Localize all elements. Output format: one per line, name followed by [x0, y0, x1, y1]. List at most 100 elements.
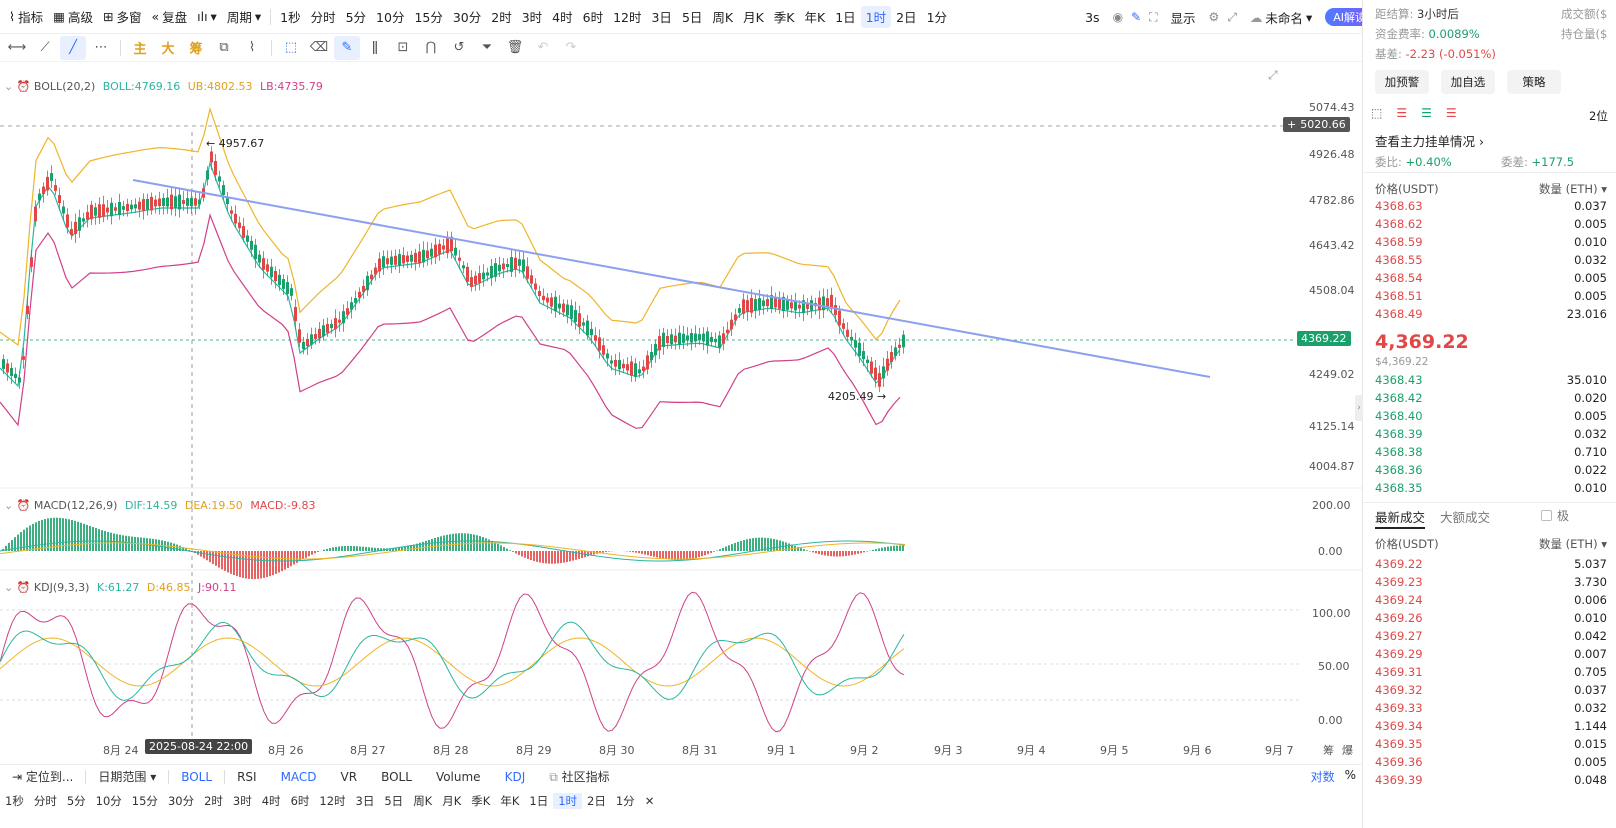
period-option[interactable]: 年K: [800, 6, 831, 28]
main-force-button[interactable]: 主: [127, 36, 153, 60]
log-scale-toggle[interactable]: 对数: [1311, 768, 1335, 785]
bid-row[interactable]: 4368.42 0.020: [1375, 391, 1607, 409]
undo-icon[interactable]: ↶: [530, 36, 556, 60]
select-icon[interactable]: ⬚: [278, 36, 304, 60]
replay-button[interactable]: «复盘: [146, 6, 192, 28]
layout-name[interactable]: ☁ 未命名 ▾: [1245, 6, 1317, 28]
gear-icon[interactable]: ⚙: [1209, 10, 1220, 24]
expand-icon[interactable]: ⤢: [1227, 10, 1237, 25]
expand-icon[interactable]: ⤢: [1268, 68, 1278, 83]
redo-icon[interactable]: ↷: [558, 36, 584, 60]
display-button[interactable]: 显示: [1166, 6, 1201, 28]
ask-row[interactable]: 4368.55 0.032: [1375, 253, 1607, 271]
collapse-icon[interactable]: ⌄: [4, 80, 13, 93]
close-icon[interactable]: ✕: [640, 794, 660, 808]
period-option[interactable]: 季K: [769, 6, 800, 28]
chart-area[interactable]: ⌄ ⏰ BOLL(20,2) BOLL:4769.16 UB:4802.53 L…: [0, 62, 1400, 762]
filter-icon[interactable]: ⏷: [474, 36, 500, 60]
extreme-checkbox[interactable]: 极: [1541, 507, 1569, 524]
panel-collapse-handle[interactable]: ›: [1355, 395, 1363, 421]
tab-latest-trades[interactable]: 最新成交: [1375, 507, 1425, 526]
multi-window-button[interactable]: ⊞ 多窗: [98, 6, 147, 28]
plus-icon[interactable]: +: [1287, 118, 1296, 131]
indicator-tab-kdj[interactable]: KDJ: [493, 770, 538, 784]
bid-row[interactable]: 4368.39 0.032: [1375, 427, 1607, 445]
chip-corner-label[interactable]: 筹: [1323, 742, 1334, 758]
liquidation-corner-label[interactable]: 爆: [1342, 742, 1353, 758]
fullscreen-icon[interactable]: ⛶: [1149, 10, 1157, 25]
chart-type-button[interactable]: ılı ▾: [192, 6, 222, 28]
percent-toggle[interactable]: %: [1345, 768, 1356, 785]
quick-period-option[interactable]: 2日: [582, 793, 611, 809]
more-icon[interactable]: ⋯: [88, 36, 114, 60]
trendline-icon[interactable]: ╱: [60, 35, 86, 60]
locate-button[interactable]: ⇥ 定位到...: [0, 768, 85, 785]
ask-row[interactable]: 4368.51 0.005: [1375, 289, 1607, 307]
trade-row[interactable]: 4369.23 3.730: [1375, 575, 1607, 593]
quick-period-option[interactable]: 分时: [29, 793, 62, 809]
trade-row[interactable]: 4369.27 0.042: [1375, 629, 1607, 647]
copy-icon[interactable]: ⧉: [211, 36, 237, 60]
camera-icon[interactable]: ◉: [1113, 10, 1123, 24]
indicator-tab-volume[interactable]: Volume: [424, 770, 493, 784]
ask-row[interactable]: 4368.59 0.010: [1375, 235, 1607, 253]
bids-only-icon[interactable]: ☰: [1421, 106, 1432, 120]
period-option[interactable]: 1秒: [275, 6, 305, 28]
period-option[interactable]: 分时: [306, 6, 341, 28]
advanced-button[interactable]: ▦ 高级: [48, 6, 98, 28]
date-range-button[interactable]: 日期范围 ▾: [86, 768, 168, 785]
bid-row[interactable]: 4368.35 0.010: [1375, 481, 1607, 499]
trade-row[interactable]: 4369.26 0.010: [1375, 611, 1607, 629]
strategy-button[interactable]: 策略: [1507, 70, 1561, 94]
indicator-button[interactable]: ⌇ 指标: [4, 6, 48, 28]
quick-period-option[interactable]: 2时: [199, 793, 228, 809]
lock-icon[interactable]: ⊡: [390, 36, 416, 60]
edit-icon[interactable]: ✎: [1131, 10, 1141, 24]
horizontal-line-icon[interactable]: ⟷: [4, 36, 30, 60]
ask-row[interactable]: 4368.49 23.016: [1375, 307, 1607, 325]
quick-period-option[interactable]: 1分: [611, 793, 640, 809]
bid-row[interactable]: 4368.40 0.005: [1375, 409, 1607, 427]
bars-icon[interactable]: ǁ: [362, 36, 388, 60]
collapse-icon[interactable]: ⌄: [4, 499, 13, 512]
trade-row[interactable]: 4369.32 0.037: [1375, 683, 1607, 701]
period-option[interactable]: 10分: [371, 6, 409, 28]
period-option[interactable]: 月K: [738, 6, 769, 28]
indicator-tab-vr[interactable]: VR: [329, 770, 370, 784]
quick-period-option[interactable]: 15分: [127, 793, 163, 809]
quick-period-option[interactable]: 1日: [524, 793, 553, 809]
quick-period-option[interactable]: 30分: [163, 793, 199, 809]
trash-icon[interactable]: 🗑: [502, 36, 528, 60]
tab-large-trades[interactable]: 大额成交: [1440, 507, 1490, 526]
cursor-icon[interactable]: ⬚: [1371, 106, 1382, 120]
quick-period-option[interactable]: 1时: [553, 793, 583, 809]
trade-row[interactable]: 4369.22 5.037: [1375, 557, 1607, 575]
trade-row[interactable]: 4369.35 0.015: [1375, 737, 1607, 755]
ask-row[interactable]: 4368.62 0.005: [1375, 217, 1607, 235]
period-option[interactable]: 12时: [608, 6, 646, 28]
quick-period-option[interactable]: 1秒: [0, 793, 29, 809]
trade-row[interactable]: 4369.39 0.048: [1375, 773, 1607, 791]
both-sides-icon[interactable]: ☰: [1396, 106, 1407, 120]
ask-row[interactable]: 4368.54 0.005: [1375, 271, 1607, 289]
brush-icon[interactable]: ⌇: [239, 36, 265, 60]
quick-period-option[interactable]: 周K: [408, 793, 437, 809]
period-option[interactable]: 3时: [517, 6, 547, 28]
indicator-tab-boll-main[interactable]: BOLL: [169, 770, 224, 784]
large-order-button[interactable]: 大: [155, 36, 181, 60]
period-option[interactable]: 2时: [486, 6, 516, 28]
view-main-orders-link[interactable]: 查看主力挂单情况 ›: [1375, 131, 1484, 150]
indicator-tab-boll[interactable]: BOLL: [369, 770, 424, 784]
chip-button[interactable]: 筹: [183, 36, 209, 60]
trade-row[interactable]: 4369.24 0.006: [1375, 593, 1607, 611]
period-option[interactable]: 5分: [341, 6, 371, 28]
quick-period-option[interactable]: 12时: [314, 793, 350, 809]
indicator-tab-rsi[interactable]: RSI: [225, 770, 269, 784]
quick-period-option[interactable]: 月K: [437, 793, 466, 809]
period-option[interactable]: 15分: [409, 6, 447, 28]
indicator-tab-macd[interactable]: MACD: [269, 770, 329, 784]
trade-row[interactable]: 4369.36 0.005: [1375, 755, 1607, 773]
eraser-icon[interactable]: ⌫: [306, 36, 332, 60]
trade-row[interactable]: 4369.31 0.705: [1375, 665, 1607, 683]
quick-period-option[interactable]: 5日: [379, 793, 408, 809]
